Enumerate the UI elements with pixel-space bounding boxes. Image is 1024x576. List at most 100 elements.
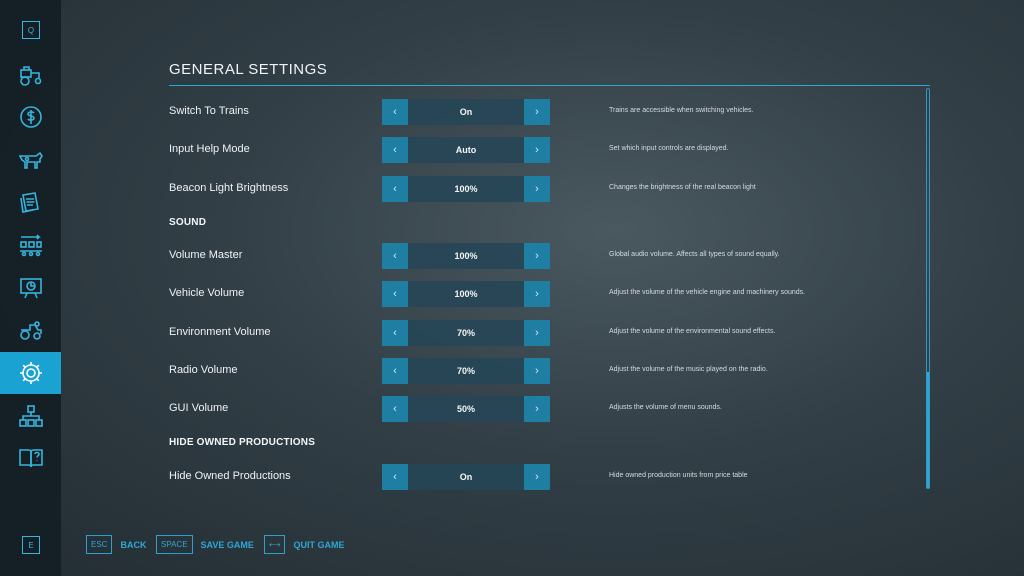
hierarchy-icon: [18, 405, 43, 427]
setting-row-volume-master: Volume Master ‹ 100% › Global audio volu…: [169, 243, 909, 269]
sidebar-item-help[interactable]: [0, 437, 61, 479]
setting-description: Set which input controls are displayed.: [609, 145, 729, 152]
stepper-left-button[interactable]: ‹: [382, 243, 408, 269]
setting-label: Input Help Mode: [169, 143, 250, 155]
stepper-left-button[interactable]: ‹: [382, 137, 408, 163]
prev-page-key[interactable]: Q: [22, 21, 40, 39]
sidebar-item-settings[interactable]: [0, 352, 61, 394]
gear-icon: [19, 362, 42, 384]
stepper-value: 70%: [408, 358, 524, 384]
setting-row-vehicle-volume: Vehicle Volume ‹ 100% › Adjust the volum…: [169, 281, 909, 307]
setting-description: Adjust the volume of the music played on…: [609, 366, 768, 373]
setting-row-radio-volume: Radio Volume ‹ 70% › Adjust the volume o…: [169, 358, 909, 384]
setting-stepper: ‹ 50% ›: [382, 396, 550, 422]
stepper-left-button[interactable]: ‹: [382, 396, 408, 422]
stepper-right-button[interactable]: ›: [524, 137, 550, 163]
sidebar-item-contracts[interactable]: [0, 182, 61, 224]
scrollbar-thumb[interactable]: [927, 372, 929, 488]
stepper-right-button[interactable]: ›: [524, 464, 550, 490]
tractor-icon: [19, 66, 41, 86]
setting-row-input-help-mode: Input Help Mode ‹ Auto › Set which input…: [169, 137, 909, 163]
setting-stepper: ‹ Auto ›: [382, 137, 550, 163]
stepper-value: On: [408, 464, 524, 490]
next-page-key[interactable]: E: [22, 536, 40, 554]
page-title: GENERAL SETTINGS: [169, 61, 328, 78]
setting-label: Switch To Trains: [169, 105, 249, 117]
setting-description: Global audio volume. Affects all types o…: [609, 251, 780, 258]
quit-game-button[interactable]: ⟷ QUIT GAME: [264, 535, 344, 554]
setting-row-switch-to-trains: Switch To Trains ‹ On › Trains are acces…: [169, 99, 909, 125]
sidebar-item-vehicles-overview[interactable]: [0, 54, 61, 96]
stepper-value: 100%: [408, 176, 524, 202]
setting-label: Environment Volume: [169, 326, 271, 338]
sidebar: Q E: [0, 0, 61, 576]
setting-label: Beacon Light Brightness: [169, 182, 289, 194]
section-title-hide-owned-productions: HIDE OWNED PRODUCTIONS: [169, 437, 316, 448]
dollar-icon: [19, 106, 42, 128]
stepper-right-button[interactable]: ›: [524, 396, 550, 422]
production-chain-icon: [19, 234, 42, 257]
sidebar-item-garage[interactable]: [0, 309, 61, 351]
setting-stepper: ‹ 70% ›: [382, 320, 550, 346]
setting-label: Radio Volume: [169, 364, 238, 376]
stepper-left-button[interactable]: ‹: [382, 99, 408, 125]
setting-label: Vehicle Volume: [169, 287, 245, 299]
back-key: ESC: [86, 535, 113, 554]
setting-stepper: ‹ 100% ›: [382, 176, 550, 202]
setting-stepper: ‹ 70% ›: [382, 358, 550, 384]
stepper-right-button[interactable]: ›: [524, 320, 550, 346]
sidebar-item-production[interactable]: [0, 224, 61, 266]
quit-label: QUIT GAME: [293, 539, 345, 550]
sidebar-item-finances[interactable]: [0, 96, 61, 138]
scrollbar[interactable]: [926, 88, 930, 489]
stepper-right-button[interactable]: ›: [524, 176, 550, 202]
back-label: BACK: [120, 539, 147, 550]
setting-row-beacon-light-brightness: Beacon Light Brightness ‹ 100% › Changes…: [169, 176, 909, 202]
back-button[interactable]: ESC BACK: [86, 535, 146, 554]
setting-row-hide-owned-productions: Hide Owned Productions ‹ On › Hide owned…: [169, 464, 909, 490]
contracts-icon: [19, 192, 39, 213]
stepper-left-button[interactable]: ‹: [382, 281, 408, 307]
stepper-value: 100%: [408, 243, 524, 269]
help-book-icon: [18, 449, 43, 468]
stepper-value: 100%: [408, 281, 524, 307]
setting-description: Trains are accessible when switching veh…: [609, 107, 754, 114]
stepper-value: 50%: [408, 396, 524, 422]
save-game-button[interactable]: SPACE SAVE GAME: [156, 535, 254, 554]
setting-description: Adjusts the volume of menu sounds.: [609, 404, 722, 411]
stepper-right-button[interactable]: ›: [524, 99, 550, 125]
stepper-left-button[interactable]: ‹: [382, 320, 408, 346]
setting-description: Hide owned production units from price t…: [609, 472, 748, 479]
stepper-left-button[interactable]: ‹: [382, 176, 408, 202]
setting-description: Adjust the volume of the vehicle engine …: [609, 289, 806, 296]
setting-label: Hide Owned Productions: [169, 470, 291, 482]
stepper-left-button[interactable]: ‹: [382, 464, 408, 490]
setting-row-environment-volume: Environment Volume ‹ 70% › Adjust the vo…: [169, 320, 909, 346]
setting-stepper: ‹ 100% ›: [382, 281, 550, 307]
cow-icon: [18, 151, 43, 169]
setting-description: Adjust the volume of the environmental s…: [609, 328, 776, 335]
setting-stepper: ‹ 100% ›: [382, 243, 550, 269]
setting-label: GUI Volume: [169, 402, 229, 414]
setting-label: Volume Master: [169, 249, 243, 261]
setting-stepper: ‹ On ›: [382, 99, 550, 125]
stepper-value: Auto: [408, 137, 524, 163]
vehicles-icon: [19, 321, 42, 340]
save-label: SAVE GAME: [200, 539, 254, 550]
save-key: SPACE: [156, 535, 193, 554]
stepper-value: On: [408, 99, 524, 125]
stepper-right-button[interactable]: ›: [524, 243, 550, 269]
sidebar-item-multiplayer[interactable]: [0, 395, 61, 437]
stepper-right-button[interactable]: ›: [524, 281, 550, 307]
quit-key: ⟷: [264, 535, 286, 554]
sidebar-item-animals[interactable]: [0, 139, 61, 181]
stepper-left-button[interactable]: ‹: [382, 358, 408, 384]
sidebar-item-statistics[interactable]: [0, 267, 61, 309]
setting-description: Changes the brightness of the real beaco…: [609, 184, 756, 191]
stepper-right-button[interactable]: ›: [524, 358, 550, 384]
stepper-value: 70%: [408, 320, 524, 346]
section-title-sound: SOUND: [169, 217, 207, 228]
presentation-icon: [19, 278, 42, 299]
header-divider: [169, 85, 930, 86]
setting-row-gui-volume: GUI Volume ‹ 50% › Adjusts the volume of…: [169, 396, 909, 422]
